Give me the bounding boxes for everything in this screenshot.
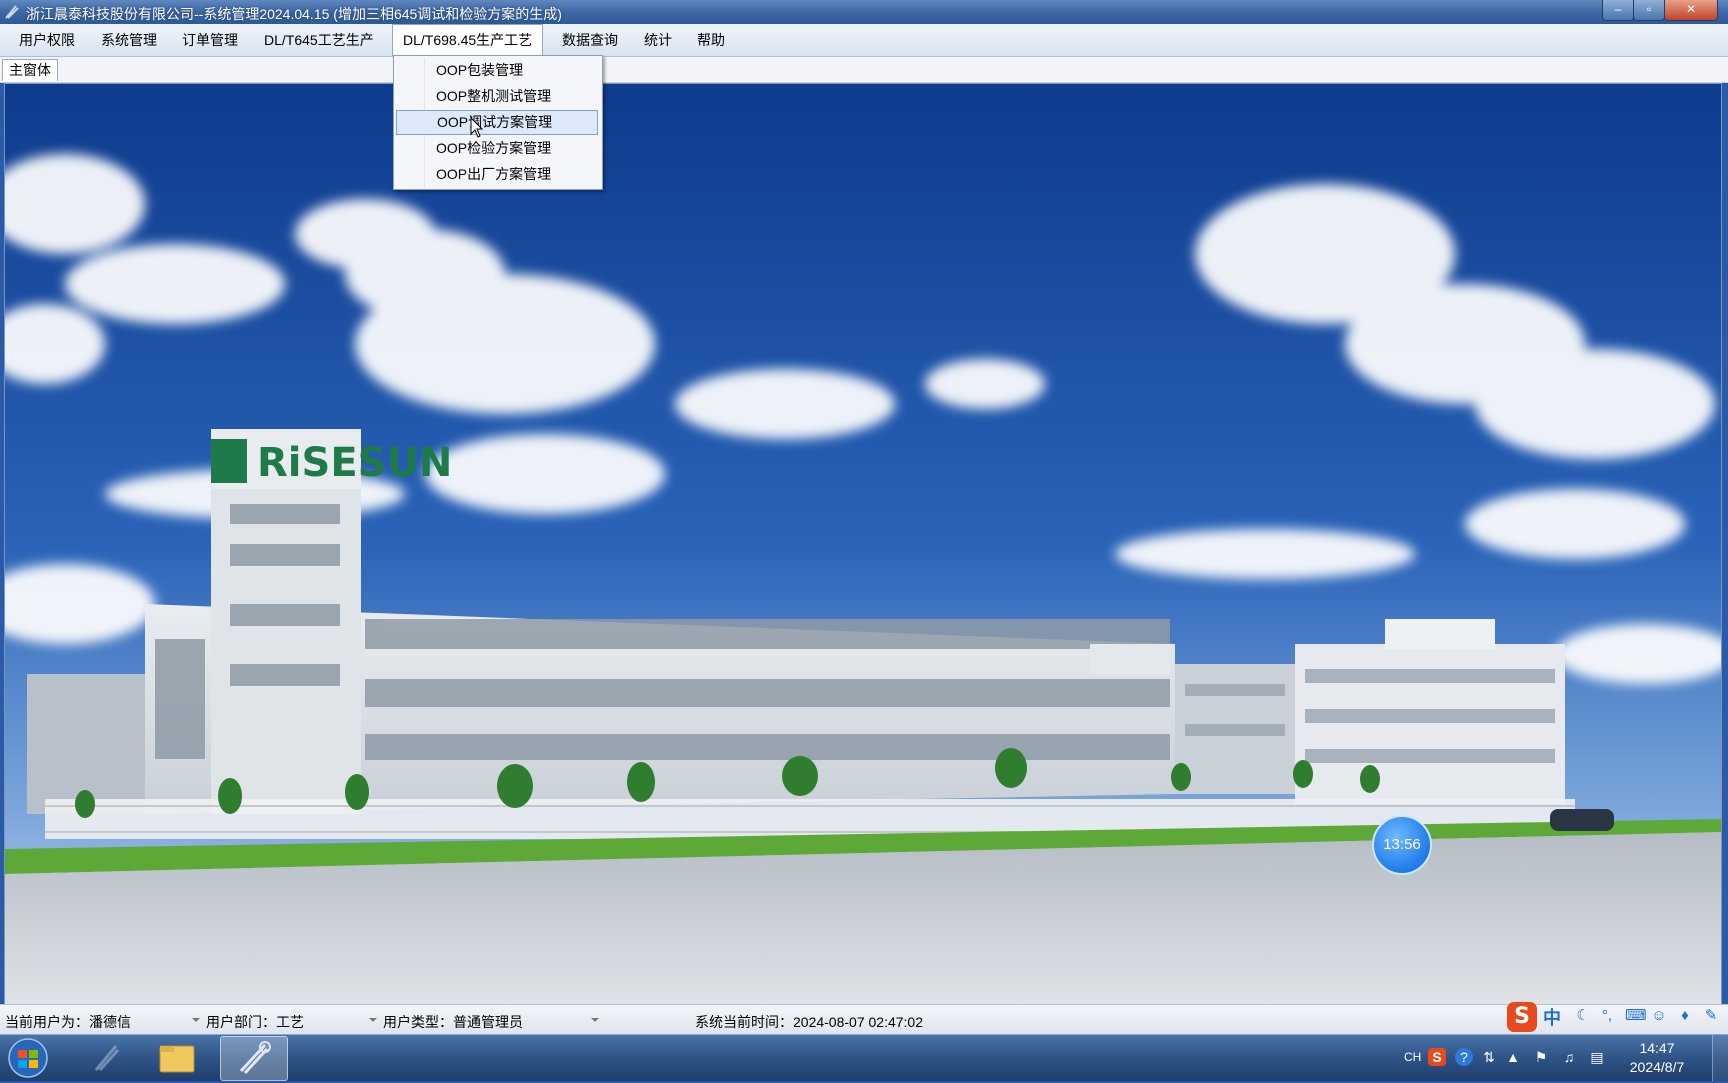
company-building-wallpaper: RiSESUN (5, 84, 1721, 1004)
taskbar-tools-app[interactable] (74, 1036, 140, 1079)
main-window-area: RiSESUN (4, 83, 1722, 1005)
menu-dlt698-production[interactable]: DL/T698.45生产工艺 (392, 24, 544, 56)
menu-oop-packaging[interactable]: OOP包装管理 (396, 58, 598, 83)
status-user-department: 用户部门：工艺 (206, 1014, 304, 1030)
taskbar-system-management-app[interactable] (220, 1036, 288, 1081)
help-tray-icon[interactable]: ? (1455, 1048, 1473, 1066)
status-separator (192, 1018, 200, 1022)
menu-oop-full-test[interactable]: OOP整机测试管理 (396, 84, 598, 109)
taskbar-clock[interactable]: 14:47 2024/8/7 (1618, 1039, 1696, 1077)
start-button-icon[interactable] (6, 1037, 50, 1079)
mouse-cursor-icon (470, 117, 484, 138)
status-bar: 当前用户为：潘德信 用户部门：工艺 用户类型：普通管理员 系统当前时间：2024… (0, 1004, 1728, 1035)
maximize-button[interactable]: ▫ (1633, 0, 1665, 21)
dlt698-dropdown-menu: OOP包装管理 OOP整机测试管理 OOP调试方案管理 OOP检验方案管理 OO… (393, 55, 603, 190)
floating-timer-badge[interactable]: 13:56 (1372, 815, 1432, 875)
ime-halfwidth-icon[interactable]: ☾ (1575, 1008, 1591, 1024)
ime-punctuation-icon[interactable]: °, (1599, 1008, 1615, 1024)
tools-icon (94, 1045, 120, 1072)
menu-data-query[interactable]: 数据查询 (552, 24, 628, 56)
status-current-user: 当前用户为：潘德信 (5, 1014, 131, 1030)
menu-system-management[interactable]: 系统管理 (91, 24, 167, 56)
app-icon (5, 5, 19, 19)
sogou-tray-icon[interactable]: S (1428, 1048, 1446, 1066)
status-user-type: 用户类型：普通管理员 (383, 1014, 523, 1030)
ime-toolbar: S 中 ☾ °, ⌨ ☺ ♦ ✎ (1505, 1000, 1728, 1034)
sogou-ime-logo[interactable]: S (1507, 1002, 1537, 1032)
close-button[interactable]: ✕ (1664, 0, 1718, 21)
menu-oop-debug-plan[interactable]: OOP调试方案管理 (396, 110, 598, 135)
network-status-icon[interactable]: ▤ (1588, 1048, 1606, 1066)
action-center-flag-icon[interactable]: ⚑ (1532, 1048, 1550, 1066)
ime-user-icon[interactable]: ☺ (1651, 1008, 1667, 1024)
menu-bar: 用户权限 系统管理 订单管理 DL/T645工艺生产 DL/T698.45生产工… (0, 24, 1728, 57)
show-hidden-icons-icon[interactable]: ▲ (1504, 1048, 1522, 1066)
clock-time: 14:47 (1639, 1040, 1675, 1056)
building-sign: RiSESUN (257, 440, 452, 486)
menu-oop-inspection-plan[interactable]: OOP检验方案管理 (396, 136, 598, 161)
minimize-button[interactable]: – (1602, 0, 1634, 21)
network-tray-icon[interactable]: ⇅ (1480, 1048, 1498, 1066)
status-system-time: 系统当前时间：2024-08-07 02:47:02 (695, 1014, 923, 1030)
window-title: 浙江晨泰科技股份有限公司--系统管理2024.04.15 (增加三相645调试和… (26, 6, 562, 22)
ime-skin-icon[interactable]: ♦ (1677, 1008, 1693, 1024)
menu-help[interactable]: 帮助 (687, 24, 735, 56)
clock-date: 2024/8/7 (1629, 1059, 1685, 1075)
ime-keyboard-icon[interactable]: ⌨ (1625, 1008, 1647, 1024)
menu-statistics[interactable]: 统计 (634, 24, 682, 56)
volume-icon[interactable]: ♫ (1560, 1048, 1578, 1066)
folder-icon (159, 1045, 195, 1073)
title-bar: 浙江晨泰科技股份有限公司--系统管理2024.04.15 (增加三相645调试和… (0, 0, 1728, 24)
menu-oop-factory-plan[interactable]: OOP出厂方案管理 (396, 162, 598, 187)
language-indicator[interactable]: CH (1404, 1050, 1421, 1064)
tab-main-window[interactable]: 主窗体 (2, 59, 58, 81)
menu-order-management[interactable]: 订单管理 (172, 24, 248, 56)
windows-taskbar: CH S ? ⇅ ▲ ⚑ ♫ ▤ 14:47 2024/8/7 (0, 1034, 1728, 1081)
ime-tools-icon[interactable]: ✎ (1703, 1008, 1719, 1024)
menu-user-permissions[interactable]: 用户权限 (9, 24, 85, 56)
document-tabs: 主窗体 (0, 57, 1728, 83)
taskbar-explorer[interactable] (144, 1036, 210, 1079)
menu-dlt645-production[interactable]: DL/T645工艺生产 (254, 24, 384, 56)
status-separator (591, 1018, 599, 1022)
status-separator (369, 1018, 377, 1022)
ime-mode-chinese[interactable]: 中 (1543, 1004, 1561, 1030)
wrench-icon (239, 1041, 271, 1075)
show-desktop-button[interactable] (1712, 1035, 1728, 1081)
